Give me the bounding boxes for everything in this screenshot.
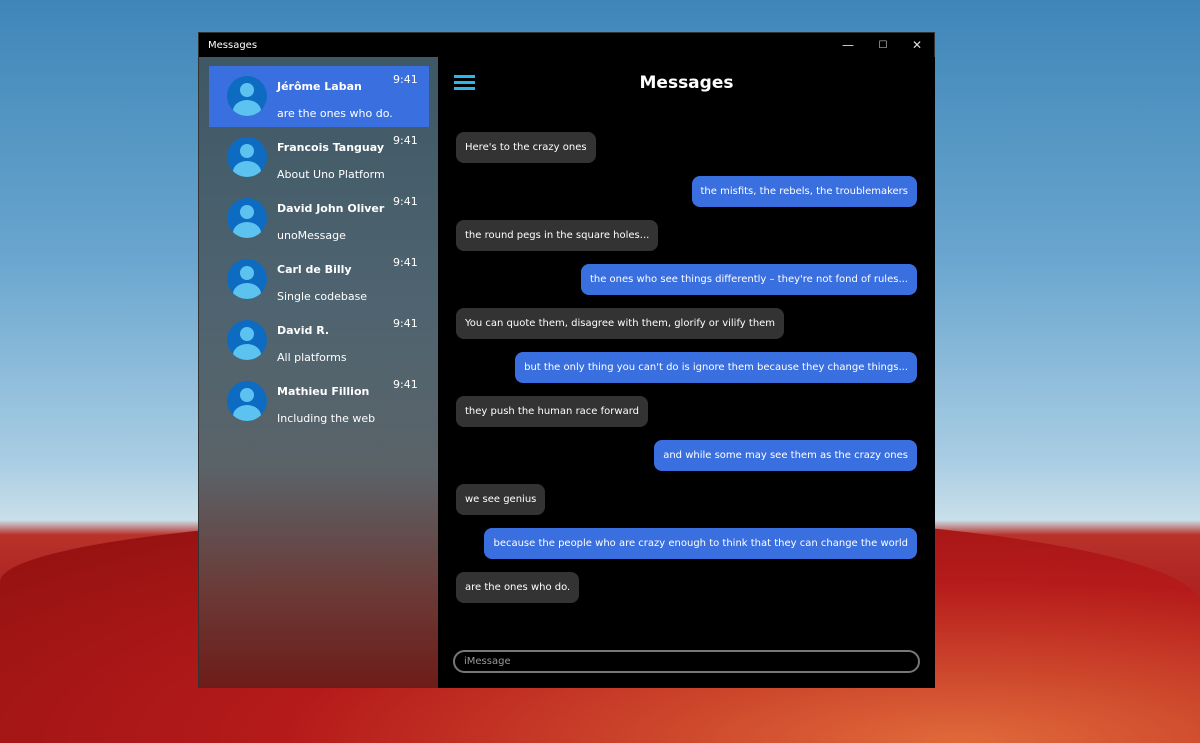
contact-item[interactable]: Francois Tanguay About Uno Platform 9:41 (209, 127, 429, 188)
avatar-icon (227, 137, 267, 177)
avatar-icon (227, 198, 267, 238)
window-title: Messages (208, 39, 258, 51)
contact-time: 9:41 (393, 195, 418, 208)
contact-list: Jérôme Laban are the ones who do. 9:41 F… (199, 57, 438, 688)
avatar-icon (227, 76, 267, 116)
message-input[interactable]: iMessage (453, 650, 920, 673)
contact-item[interactable]: Jérôme Laban are the ones who do. 9:41 (209, 66, 429, 127)
contact-item[interactable]: Carl de Billy Single codebase 9:41 (209, 249, 429, 310)
incoming-message: Here's to the crazy ones (456, 132, 596, 163)
close-button[interactable]: ✕ (900, 33, 934, 57)
outgoing-message: the misfits, the rebels, the troublemake… (691, 176, 917, 207)
contact-preview: Single codebase (277, 290, 368, 303)
avatar-icon (227, 320, 267, 360)
contact-name: David R. (277, 324, 330, 337)
incoming-message: are the ones who do. (456, 572, 580, 603)
incoming-message: we see genius (456, 484, 546, 515)
contact-name: Mathieu Fillion (277, 385, 370, 398)
incoming-message: You can quote them, disagree with them, … (456, 308, 785, 339)
contact-preview: All platforms (277, 351, 347, 364)
maximize-button[interactable]: ☐ (866, 33, 900, 57)
contact-name: Francois Tanguay (277, 141, 385, 154)
contact-name: Carl de Billy (277, 263, 352, 276)
contact-time: 9:41 (393, 378, 418, 391)
contact-preview: About Uno Platform (277, 168, 385, 181)
messages-window: Messages — ☐ ✕ Jérôme Laban are the ones… (198, 32, 935, 688)
incoming-message: they push the human race forward (456, 396, 648, 427)
chat-pane: Messages iMessage Here's to the crazy on… (438, 57, 935, 688)
contact-name: Jérôme Laban (277, 80, 362, 93)
contact-time: 9:41 (393, 256, 418, 269)
outgoing-message: the ones who see things differently – th… (580, 264, 917, 295)
outgoing-message: because the people who are crazy enough … (484, 528, 917, 559)
contact-name: David John Oliver (277, 202, 385, 215)
page-title: Messages (639, 73, 734, 93)
contact-preview: Including the web (277, 412, 376, 425)
outgoing-message: and while some may see them as the crazy… (654, 440, 917, 471)
avatar-icon (227, 259, 267, 299)
contact-time: 9:41 (393, 134, 418, 147)
contact-preview: are the ones who do. (277, 107, 393, 120)
title-bar: Messages — ☐ ✕ (199, 33, 934, 57)
avatar-icon (227, 381, 267, 421)
contact-item[interactable]: Mathieu Fillion Including the web 9:41 (209, 371, 429, 432)
contact-time: 9:41 (393, 317, 418, 330)
contact-item[interactable]: David John Oliver unoMessage 9:41 (209, 188, 429, 249)
contact-time: 9:41 (393, 73, 418, 86)
contact-preview: unoMessage (277, 229, 346, 242)
outgoing-message: but the only thing you can't do is ignor… (515, 352, 917, 383)
minimize-button[interactable]: — (831, 33, 865, 57)
incoming-message: the round pegs in the square holes... (456, 220, 659, 251)
contact-item[interactable]: David R. All platforms 9:41 (209, 310, 429, 371)
